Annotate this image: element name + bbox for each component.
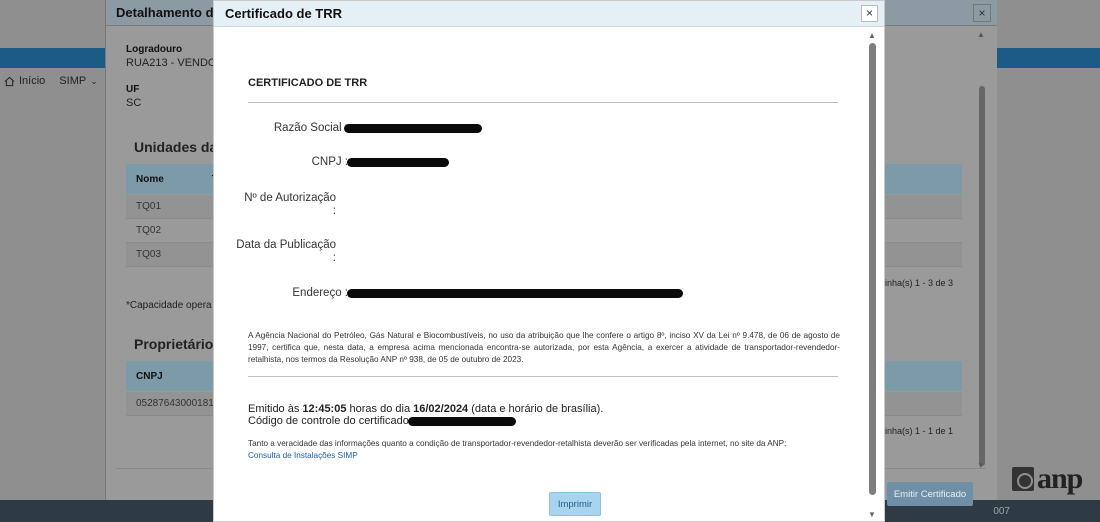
redacted-control-code xyxy=(408,417,516,426)
modal-title: Certificado de TRR xyxy=(214,1,884,27)
uf-value: SC xyxy=(126,97,142,109)
emit-suffix: (data e horário de brasília). xyxy=(468,403,604,415)
anp-logo-mark xyxy=(1012,467,1034,491)
table-cell: TQ03 xyxy=(136,249,162,260)
table-cell: TQ01 xyxy=(136,201,162,212)
emission-line: Emitido às 12:45:05 horas do dia 16/02/2… xyxy=(248,403,603,415)
publicacao-label-line2: : xyxy=(332,252,336,264)
endereco-label: Endereço : xyxy=(292,287,348,299)
uf-label: UF xyxy=(126,84,140,95)
nav-simp[interactable]: SIMP ⌄ xyxy=(59,75,97,87)
anp-logo-text: anp xyxy=(1037,462,1083,495)
scroll-down-icon[interactable]: ▼ xyxy=(868,510,876,519)
divider xyxy=(248,376,838,377)
modal-scrollbar[interactable]: ▲ ▼ xyxy=(866,31,880,519)
razao-social-label: Razão Social : xyxy=(273,122,348,134)
capacidade-note: *Capacidade opera xyxy=(126,300,212,311)
footer-version: 007 xyxy=(993,506,1010,517)
emit-mid: horas do dia xyxy=(346,403,414,415)
home-icon xyxy=(4,76,15,86)
nav-home[interactable]: Início xyxy=(4,75,45,87)
verify-text: Tanto a veracidade das informações quant… xyxy=(248,439,787,448)
certificate-modal: Certificado de TRR × CERTIFICADO DE TRR … xyxy=(213,0,885,522)
print-button[interactable]: Imprimir xyxy=(549,492,601,516)
scroll-down-icon[interactable]: ▼ xyxy=(977,461,985,470)
autorizacao-label-line2: : xyxy=(332,205,336,217)
emit-time: 12:45:05 xyxy=(302,403,347,415)
autorizacao-label-line1: Nº de Autorização xyxy=(244,192,336,204)
scroll-up-icon[interactable]: ▲ xyxy=(977,30,985,39)
detail-scrollbar[interactable]: ▲ ▼ xyxy=(975,30,989,470)
emit-date: 16/02/2024 xyxy=(413,403,469,415)
logradouro-label: Logradouro xyxy=(126,44,183,55)
redacted-cnpj xyxy=(347,158,449,167)
nav-home-label: Início xyxy=(19,75,46,87)
chevron-down-icon: ⌄ xyxy=(90,75,98,86)
proprietarios-pager: linha(s) 1 - 1 de 1 xyxy=(882,426,953,436)
control-code-label: Código de controle do certificado: xyxy=(248,415,412,427)
certificate-heading: CERTIFICADO DE TRR xyxy=(248,77,368,89)
redacted-razao-social xyxy=(344,124,482,133)
scrollbar-thumb[interactable] xyxy=(979,86,985,466)
emit-certificate-button[interactable]: Emitir Certificado xyxy=(887,482,973,506)
nav-simp-label: SIMP xyxy=(59,75,87,87)
table-cell: 05287643000181 xyxy=(136,398,214,409)
cnpj-label: CNPJ : xyxy=(311,156,348,168)
table-cell: TQ02 xyxy=(136,225,162,236)
scroll-up-icon[interactable]: ▲ xyxy=(868,31,876,40)
modal-close-button[interactable]: × xyxy=(861,5,878,22)
anp-logo: anp xyxy=(1012,462,1083,496)
proprietarios-title: Proprietários xyxy=(134,336,222,352)
publicacao-label-line1: Data da Publicação xyxy=(236,239,336,251)
column-header[interactable]: Nome xyxy=(136,174,164,185)
divider xyxy=(248,102,838,103)
consulta-simp-link[interactable]: Consulta de Instalações SIMP xyxy=(248,451,358,460)
column-header[interactable]: CNPJ xyxy=(136,371,163,382)
emit-prefix: Emitido às xyxy=(248,403,303,415)
detail-close-button[interactable]: × xyxy=(973,4,991,22)
certificate-paragraph: A Agência Nacional do Petróleo, Gás Natu… xyxy=(248,331,840,364)
logradouro-value: RUA213 - VENDOL xyxy=(126,57,223,69)
scrollbar-thumb[interactable] xyxy=(869,43,876,495)
unidades-pager: linha(s) 1 - 3 de 3 xyxy=(882,278,953,288)
redacted-endereco xyxy=(347,289,683,298)
